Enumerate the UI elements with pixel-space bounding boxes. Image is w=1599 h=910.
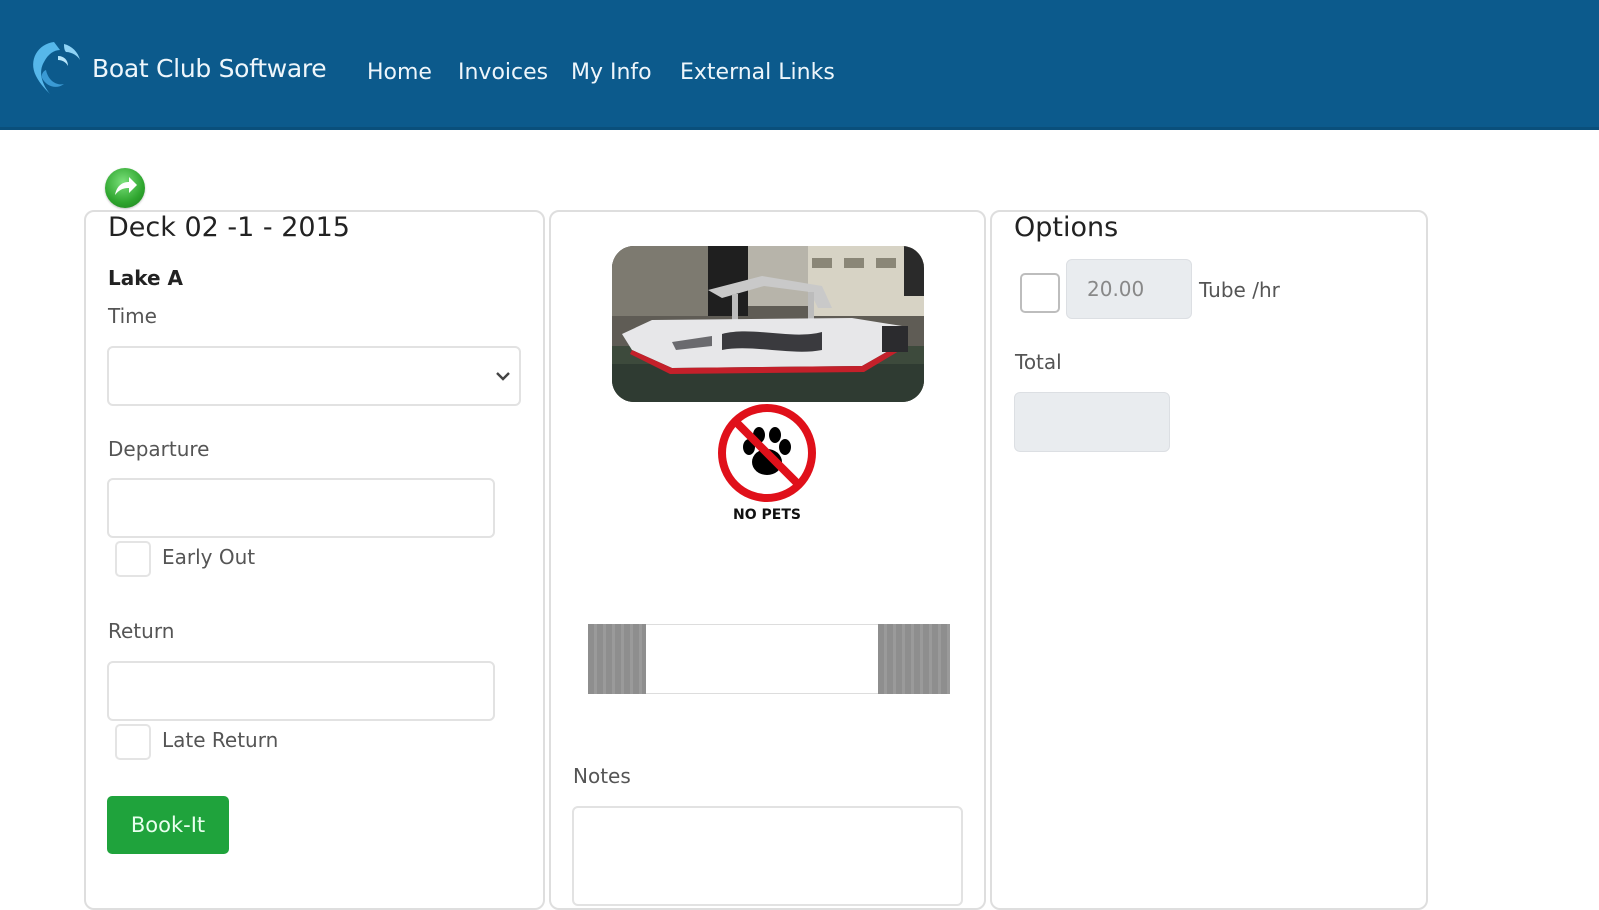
location-label: Lake A: [108, 266, 184, 290]
early-out-label: Early Out: [162, 545, 256, 569]
no-pets-caption: NO PETS: [733, 507, 801, 523]
departure-input[interactable]: [107, 478, 495, 538]
brand-name[interactable]: Boat Club Software: [92, 54, 327, 83]
options-title: Options: [1014, 212, 1119, 243]
return-label: Return: [108, 619, 175, 643]
late-return-label: Late Return: [162, 728, 279, 752]
late-return-checkbox[interactable]: [115, 724, 151, 760]
slider-handle-end[interactable]: [878, 624, 950, 694]
nav-my-info[interactable]: My Info: [571, 60, 652, 85]
chevron-down-icon: [496, 372, 510, 381]
tube-checkbox[interactable]: [1020, 273, 1060, 313]
book-it-button[interactable]: Book-It: [107, 796, 229, 854]
notes-textarea[interactable]: [572, 806, 963, 906]
swirl-logo-icon[interactable]: [24, 34, 88, 98]
time-select[interactable]: [107, 346, 521, 406]
back-button[interactable]: [105, 168, 145, 208]
top-navbar: Boat Club Software Home Invoices My Info…: [0, 0, 1599, 130]
total-label: Total: [1015, 350, 1062, 374]
slider-handle-start[interactable]: [588, 624, 646, 694]
total-field: [1014, 392, 1170, 452]
tube-label: Tube /hr: [1199, 278, 1280, 302]
early-out-checkbox[interactable]: [115, 541, 151, 577]
nav-invoices[interactable]: Invoices: [458, 60, 548, 85]
no-pets-icon: [718, 404, 816, 502]
tube-price-field: 20.00: [1066, 259, 1192, 319]
options-card: [990, 210, 1428, 910]
notes-label: Notes: [573, 764, 631, 788]
time-label: Time: [108, 304, 157, 328]
green-arrow-icon: [115, 177, 137, 195]
nav-external-links[interactable]: External Links: [680, 60, 835, 85]
boat-photo: [612, 246, 924, 402]
departure-label: Departure: [108, 437, 210, 461]
boat-title: Deck 02 -1 - 2015: [108, 212, 350, 243]
return-input[interactable]: [107, 661, 495, 721]
nav-home[interactable]: Home: [367, 60, 432, 85]
